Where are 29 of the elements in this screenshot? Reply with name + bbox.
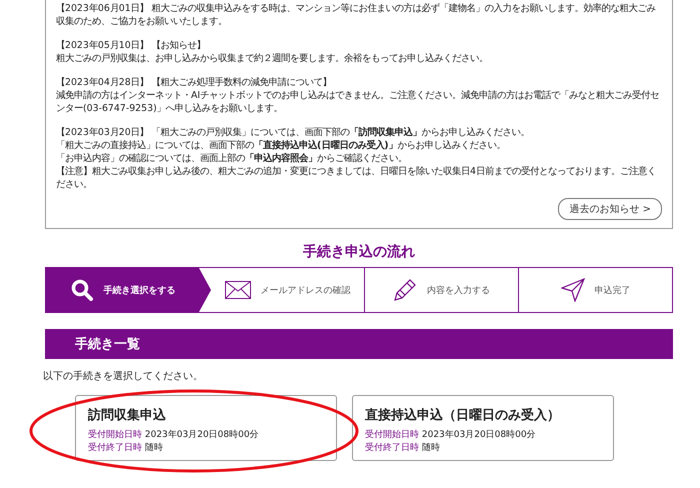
notice-text: 【2023年03月20日】 「粗大ごみの戸別収集」については、画面下部の「訪問収集申込」からお申し込みください。 — [56, 126, 531, 139]
procedure-card[interactable]: 直接持込申込（日曜日のみ受入） 受付開始日時 2023年03月20日08時00分 受付終了日時 随時 — [352, 395, 614, 461]
section-header: 手続き一覧 — [45, 329, 673, 359]
card-title: 訪問収集申込 — [88, 406, 167, 424]
step-label: 手続き選択をする — [104, 284, 176, 296]
step-label: 内容を入力する — [427, 284, 490, 296]
notice-text: 「粗大ごみの直接持込」については、画面下部の「直接持込申込(日曜日のみ受入)」からお申し込みください。 — [56, 139, 507, 152]
start-datetime: 受付開始日時 2023年03月20日08時00分 — [88, 429, 260, 442]
step-label: 申込完了 — [594, 284, 630, 296]
pencil-icon — [393, 278, 417, 302]
procedure-card[interactable]: 訪問収集申込 受付開始日時 2023年03月20日08時00分 受付終了日時 随時 — [75, 395, 337, 461]
past-notices-button[interactable]: 過去のお知らせ > — [558, 198, 662, 220]
start-datetime: 受付開始日時 2023年03月20日08時00分 — [365, 429, 537, 442]
end-datetime: 受付終了日時 随時 — [365, 442, 441, 455]
card-title: 直接持込申込（日曜日のみ受入） — [365, 406, 561, 424]
notice-text: 【2023年06月01日】 粗大ごみの収集申込みをする時は、マンション等にお住まいの方は必ず「建物名」の入力をお願いします。効率的な粗大ごみ収集のため、ご協力をお願いいたします。 — [56, 2, 657, 28]
notice-text: 【注意】粗大ごみ収集お申し込み後の、粗大ごみの追加・変更につきましては、日曜日を除いた収集日4日前までの受付となっております。ご注意ください。 — [56, 165, 657, 191]
instruction-text: 以下の手続きを選択してください。 — [43, 370, 204, 383]
end-datetime: 受付終了日時 随時 — [88, 442, 164, 455]
notice-text: 【2023年05月10日】 【お知らせ】 — [56, 39, 207, 52]
step-label: メールアドレスの確認 — [260, 284, 350, 296]
flow-title: 手続き申込の流れ — [302, 243, 416, 261]
notice-text: 「お申込内容」の確認については、画面上部の「申込内容照会」からご確認ください。 — [56, 152, 408, 165]
notice-text: 粗大ごみの戸別収集は、お申し込みから収集まで約２週間を要します。余裕をもってお申し込みください。 — [56, 52, 489, 65]
paper-plane-icon — [560, 278, 584, 302]
search-icon — [70, 278, 94, 302]
notice-text: 減免申請の方はインターネット・AIチャットボットでのお申し込みはできません。ご注意ください。減免申請の方はお電話で「みなと粗大ごみ受付センター(03-6747-9253)」へ申し込みをお願いします。 — [56, 89, 660, 115]
notice-text: 【2023年04月28日】 【粗大ごみ処理手数料の減免申請について】 — [56, 76, 333, 89]
envelope-icon — [224, 281, 250, 299]
